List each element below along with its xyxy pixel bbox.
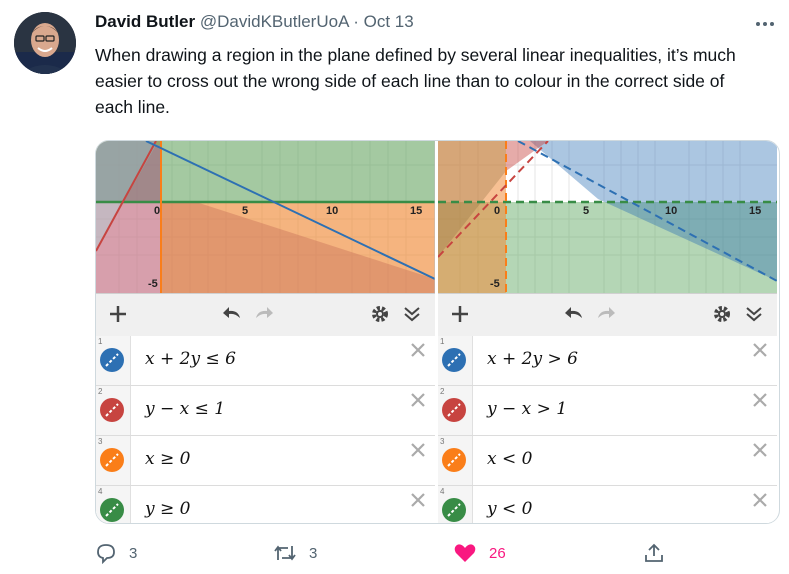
close-icon[interactable] <box>410 392 426 408</box>
tweet-header: David Butler @DavidKButlerUoA · Oct 13 <box>95 12 715 36</box>
tick-label: -5 <box>490 278 500 290</box>
tick-label: 5 <box>242 205 248 217</box>
expression-row[interactable]: 4 y ≥ 0 <box>96 486 435 523</box>
tick-label: 10 <box>665 205 677 217</box>
tick-label: 5 <box>583 205 589 217</box>
expression-index: 3 <box>98 437 103 446</box>
graph-area[interactable]: 0 5 10 15 -5 <box>96 141 435 293</box>
expression-index: 2 <box>440 387 445 396</box>
color-toggle-icon[interactable] <box>99 447 125 473</box>
redo-icon[interactable] <box>594 302 618 326</box>
expression-math[interactable]: x ≥ 0 <box>145 449 190 469</box>
expression-toolbar <box>96 293 435 337</box>
expression-gutter: 4 <box>96 486 131 523</box>
tweet-media[interactable]: 0 5 10 15 -5 1 x + 2y ≤ 6 2 y − x ≤ 1 3 … <box>95 140 780 524</box>
undo-icon[interactable] <box>220 302 244 326</box>
plus-icon[interactable] <box>106 302 130 326</box>
like-count: 26 <box>489 544 506 562</box>
retweet-icon <box>274 545 296 561</box>
expression-list: 1 x + 2y ≤ 6 2 y − x ≤ 1 3 x ≥ 0 4 y ≥ 0 <box>96 336 435 523</box>
expression-row[interactable]: 4 y < 0 <box>438 486 777 523</box>
color-toggle-icon[interactable] <box>441 497 467 523</box>
expression-row[interactable]: 2 y − x ≤ 1 <box>96 386 435 436</box>
expression-row[interactable]: 1 x + 2y > 6 <box>438 336 777 386</box>
desmos-panel-right: 0 5 10 15 -5 1 x + 2y > 6 2 y − x > 1 3 … <box>438 141 777 523</box>
tick-label: 15 <box>749 205 761 217</box>
gear-icon[interactable] <box>368 302 392 326</box>
tick-label: 0 <box>494 205 500 217</box>
close-icon[interactable] <box>752 492 768 508</box>
undo-icon[interactable] <box>562 302 586 326</box>
reply-count: 3 <box>129 544 138 562</box>
expression-math[interactable]: y − x > 1 <box>487 399 567 419</box>
tweet-date[interactable]: Oct 13 <box>364 12 414 31</box>
tick-label: -5 <box>148 278 158 290</box>
expression-gutter: 1 <box>438 336 473 385</box>
expression-gutter: 4 <box>438 486 473 523</box>
expression-math[interactable]: x + 2y > 6 <box>487 349 578 369</box>
expression-index: 2 <box>98 387 103 396</box>
expression-list: 1 x + 2y > 6 2 y − x > 1 3 x < 0 4 y < 0 <box>438 336 777 523</box>
expression-row[interactable]: 1 x + 2y ≤ 6 <box>96 336 435 386</box>
gear-icon[interactable] <box>710 302 734 326</box>
color-toggle-icon[interactable] <box>441 347 467 373</box>
expression-gutter: 2 <box>96 386 131 435</box>
expression-math[interactable]: y ≥ 0 <box>145 499 190 519</box>
close-icon[interactable] <box>410 492 426 508</box>
expression-gutter: 3 <box>438 436 473 485</box>
expression-math[interactable]: y < 0 <box>487 499 532 519</box>
tweet-text: When drawing a region in the plane defin… <box>95 45 736 117</box>
color-toggle-icon[interactable] <box>99 497 125 523</box>
expression-index: 1 <box>98 337 103 346</box>
close-icon[interactable] <box>410 342 426 358</box>
retweet-count: 3 <box>309 544 318 562</box>
close-icon[interactable] <box>752 392 768 408</box>
color-toggle-icon[interactable] <box>441 447 467 473</box>
expression-math[interactable]: x < 0 <box>487 449 532 469</box>
expression-row[interactable]: 2 y − x > 1 <box>438 386 777 436</box>
expression-row[interactable]: 3 x ≥ 0 <box>96 436 435 486</box>
tick-label: 10 <box>326 205 338 217</box>
expression-math[interactable]: x + 2y ≤ 6 <box>145 349 236 369</box>
expression-gutter: 1 <box>96 336 131 385</box>
tweet-actions: 3 3 26 <box>95 538 775 568</box>
expression-toolbar <box>438 293 777 337</box>
tick-label: 0 <box>154 205 160 217</box>
author-name[interactable]: David Butler <box>95 12 195 31</box>
heart-icon <box>454 544 476 562</box>
reply-icon <box>97 544 115 564</box>
expression-gutter: 2 <box>438 386 473 435</box>
expression-index: 3 <box>440 437 445 446</box>
expression-row[interactable]: 3 x < 0 <box>438 436 777 486</box>
expression-index: 1 <box>440 337 445 346</box>
color-toggle-icon[interactable] <box>441 397 467 423</box>
close-icon[interactable] <box>410 442 426 458</box>
more-dots-icon[interactable] <box>752 14 778 34</box>
close-icon[interactable] <box>752 442 768 458</box>
desmos-panel-left: 0 5 10 15 -5 1 x + 2y ≤ 6 2 y − x ≤ 1 3 … <box>96 141 435 523</box>
plus-icon[interactable] <box>448 302 472 326</box>
tick-label: 15 <box>410 205 422 217</box>
like-button[interactable]: 26 <box>453 538 506 568</box>
author-handle[interactable]: @DavidKButlerUoA <box>200 12 349 31</box>
double-chevron-icon[interactable] <box>742 302 766 326</box>
expression-gutter: 3 <box>96 436 131 485</box>
expression-index: 4 <box>440 487 445 496</box>
double-chevron-icon[interactable] <box>400 302 424 326</box>
reply-button[interactable]: 3 <box>95 538 137 568</box>
expression-math[interactable]: y − x ≤ 1 <box>145 399 225 419</box>
close-icon[interactable] <box>752 342 768 358</box>
share-icon <box>645 543 663 562</box>
graph-area[interactable]: 0 5 10 15 -5 <box>438 141 777 293</box>
expression-index: 4 <box>98 487 103 496</box>
avatar[interactable] <box>14 12 76 74</box>
share-button[interactable] <box>643 538 665 568</box>
retweet-button[interactable]: 3 <box>273 538 317 568</box>
separator-dot: · <box>353 12 359 31</box>
redo-icon[interactable] <box>252 302 276 326</box>
color-toggle-icon[interactable] <box>99 397 125 423</box>
color-toggle-icon[interactable] <box>99 347 125 373</box>
